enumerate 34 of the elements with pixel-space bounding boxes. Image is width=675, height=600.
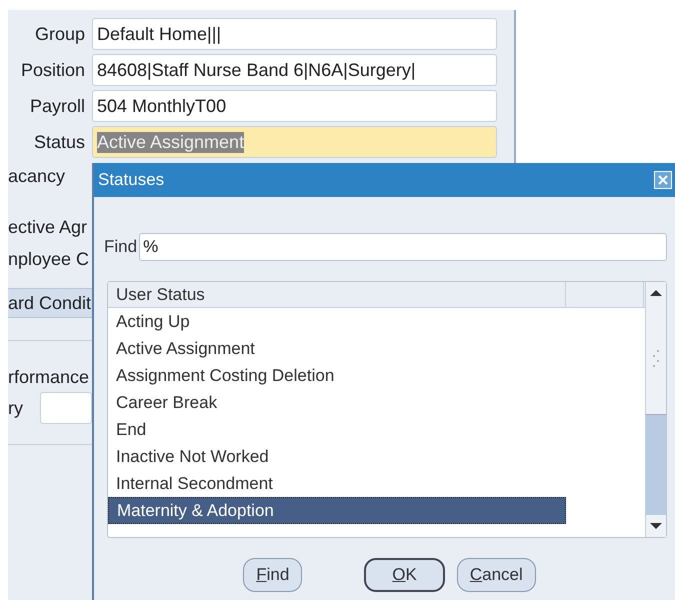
field-label: Group (34, 24, 86, 44)
field-label: Payroll (28, 96, 86, 116)
text-field[interactable]: 504 MonthlyT00 (92, 90, 497, 122)
field-label: ective Agr (8, 217, 88, 238)
tab[interactable]: ard Condit (8, 288, 92, 318)
list-item[interactable]: Active Assignment (108, 335, 566, 362)
find-label: Find (104, 237, 138, 257)
down-arrow-icon[interactable] (650, 522, 662, 530)
text-field[interactable]: Default Home||| (92, 18, 497, 50)
list-item[interactable]: Acting Up (108, 308, 566, 335)
grip-icon (651, 349, 661, 369)
list-item[interactable]: Inactive Not Worked (108, 443, 566, 470)
field-label: Position (20, 60, 86, 80)
field-label: nployee C (8, 249, 90, 270)
text-field[interactable] (40, 392, 92, 424)
dialog-title: Statuses (98, 170, 164, 190)
field-label: ry (8, 398, 24, 418)
section-label: rformance (8, 367, 90, 388)
up-arrow-icon[interactable] (650, 289, 662, 297)
dialog-button[interactable]: OK (364, 558, 445, 592)
list-item[interactable]: Career Break (108, 389, 566, 416)
find-field[interactable]: % (139, 233, 667, 261)
close-button[interactable] (654, 171, 672, 189)
list-item[interactable]: Internal Secondment (108, 470, 566, 497)
list-item[interactable]: End (108, 416, 566, 443)
text-field[interactable]: 84608|Staff Nurse Band 6|N6A|Surgery| (92, 54, 497, 86)
field-label: acancy (8, 166, 66, 187)
dialog-button[interactable]: Cancel (456, 558, 536, 592)
list-item[interactable]: Maternity & Adoption (108, 497, 566, 524)
list-item[interactable]: Assignment Costing Deletion (108, 362, 566, 389)
dialog-button[interactable]: Find (243, 558, 302, 592)
field-label: Status (32, 132, 86, 152)
close-icon (658, 175, 668, 185)
scroll-bar[interactable] (645, 282, 666, 537)
